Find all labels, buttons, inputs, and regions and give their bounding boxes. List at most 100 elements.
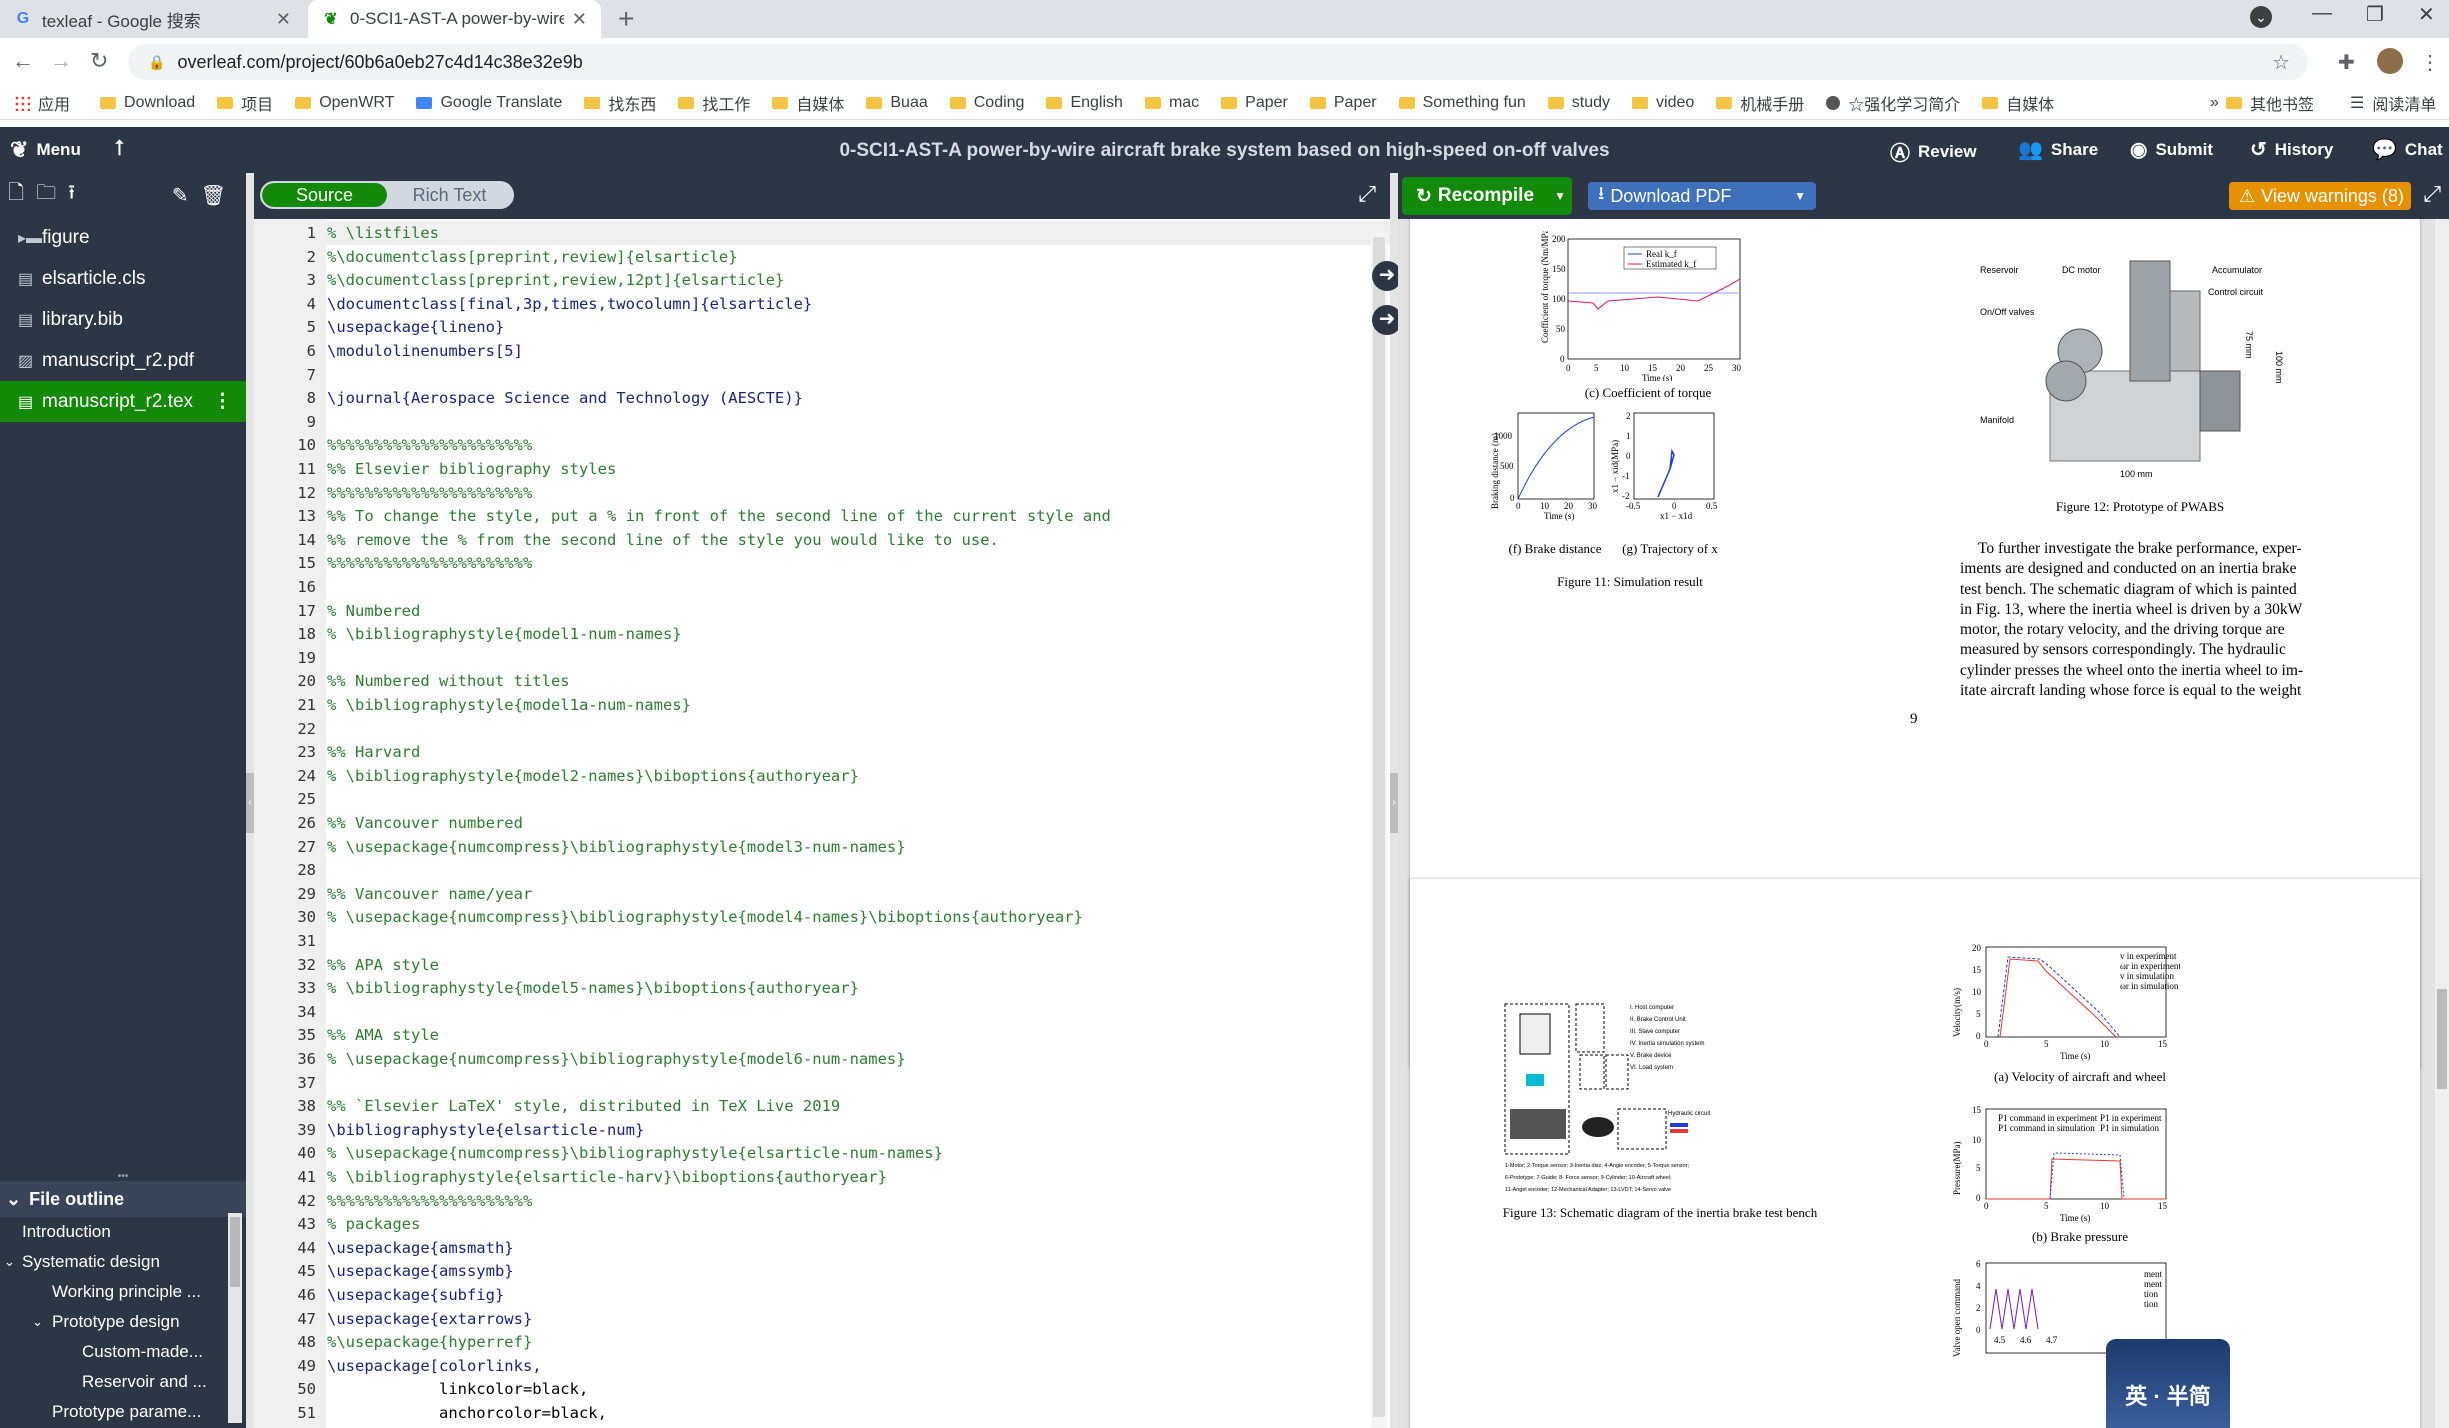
code-line[interactable]: 29 %% Vancouver name/year: [254, 882, 1390, 906]
pdf-scrollbar[interactable]: [2435, 219, 2449, 1428]
bookmarks-overflow[interactable]: »: [2210, 94, 2219, 112]
collapse-sidebar-icon[interactable]: ‹: [246, 773, 254, 833]
code-line[interactable]: 38 %% `Elsevier LaTeX' style, distributed…: [254, 1094, 1390, 1118]
outline-resize-handle[interactable]: •••: [0, 1172, 246, 1182]
code-line[interactable]: 18 % \bibliographystyle{model1-num-names}: [254, 622, 1390, 646]
submit-button[interactable]: ◉ Submit: [2130, 137, 2213, 162]
code-line[interactable]: 8 \journal{Aerospace Science and Technolo…: [254, 386, 1390, 410]
bookmark-item[interactable]: 自媒体: [772, 91, 844, 115]
tab-search-icon[interactable]: ⌄: [2250, 6, 2272, 28]
code-line[interactable]: 48 %\usepackage{hyperref}: [254, 1330, 1390, 1354]
new-tab-icon[interactable]: +: [618, 3, 634, 35]
bookmark-item[interactable]: English: [1046, 94, 1123, 112]
code-line[interactable]: 10%%%%%%%%%%%%%%%%%%%%%%: [254, 433, 1390, 457]
code-line[interactable]: 40 % \usepackage{numcompress}\bibliograph…: [254, 1141, 1390, 1165]
collapse-pdf-icon[interactable]: ›: [1390, 773, 1398, 833]
code-line[interactable]: 35 %% AMA style: [254, 1023, 1390, 1047]
code-line[interactable]: 49 \usepackage[colorlinks,: [254, 1354, 1390, 1378]
bookmark-item[interactable]: Google Translate: [416, 94, 562, 112]
code-line[interactable]: 46 \usepackage{subfig}: [254, 1283, 1390, 1307]
code-line[interactable]: 33 % \bibliographystyle{model5-names}\bib…: [254, 976, 1390, 1000]
bookmark-item[interactable]: Buaa: [866, 94, 928, 112]
bookmark-item[interactable]: Download: [100, 94, 195, 112]
bookmark-item[interactable]: OpenWRT: [295, 94, 394, 112]
code-line[interactable]: 45 \usepackage{amssymb}: [254, 1259, 1390, 1283]
caret-down-icon[interactable]: ▼: [1794, 189, 1806, 203]
bookmark-apps[interactable]: 应用: [14, 91, 70, 115]
code-line[interactable]: 11 %% Elsevier bibliography styles: [254, 457, 1390, 481]
bookmark-item[interactable]: 找东西: [584, 91, 656, 115]
code-line[interactable]: 43 % packages: [254, 1212, 1390, 1236]
up-arrow-icon[interactable]: ⭡: [114, 135, 124, 161]
code-line[interactable]: 44 \usepackage{amsmath}: [254, 1236, 1390, 1260]
code-line[interactable]: 1 % \listfiles: [254, 221, 1390, 245]
scrollbar-thumb[interactable]: [230, 1217, 240, 1287]
restore-icon[interactable]: ❐: [2366, 2, 2384, 27]
forward-icon[interactable]: →: [50, 48, 72, 74]
recompile-button[interactable]: ↻ Recompile ▼: [1402, 177, 1572, 215]
share-button[interactable]: 👥 Share: [2018, 137, 2098, 162]
code-line[interactable]: 25: [254, 787, 1390, 811]
upload-icon[interactable]: ⭱: [68, 178, 75, 212]
back-icon[interactable]: ←: [12, 48, 34, 74]
bookmark-item[interactable]: ☆强化学习简介: [1826, 91, 1960, 115]
bookmark-item[interactable]: Coding: [949, 94, 1024, 112]
editor-scrollbar[interactable]: [1371, 233, 1387, 1428]
tab-overleaf-project[interactable]: ❦ 0-SCI1-AST-A power-by-wire ✕: [308, 0, 601, 38]
outline-item[interactable]: ⌄ Prototype design: [0, 1307, 224, 1337]
file-tree-item[interactable]: ▤ library.bib: [0, 299, 246, 340]
file-tree-item[interactable]: ▤ elsarticle.cls: [0, 258, 246, 299]
code-line[interactable]: 24 % \bibliographystyle{model2-names}\bib…: [254, 764, 1390, 788]
outline-item[interactable]: ⌄ Systematic design: [0, 1247, 224, 1277]
bookmark-item[interactable]: 机械手册: [1716, 91, 1804, 115]
code-line[interactable]: 9: [254, 410, 1390, 434]
chat-button[interactable]: 💬 Chat: [2372, 137, 2443, 162]
code-line[interactable]: 7: [254, 363, 1390, 387]
scrollbar-thumb[interactable]: [1373, 237, 1385, 1417]
bookmark-item[interactable]: 找工作: [678, 91, 750, 115]
delete-icon[interactable]: 🗑: [201, 183, 226, 208]
file-options-icon[interactable]: ⋮: [213, 390, 232, 413]
bookmark-item[interactable]: Paper: [1309, 94, 1377, 112]
other-bookmarks[interactable]: 其他书签: [2226, 91, 2314, 115]
code-line[interactable]: 19: [254, 646, 1390, 670]
bookmark-star-icon[interactable]: ☆: [2272, 50, 2290, 75]
code-line[interactable]: 39 \bibliographystyle{elsarticle-num}: [254, 1118, 1390, 1142]
code-line[interactable]: 12%%%%%%%%%%%%%%%%%%%%%%: [254, 481, 1390, 505]
chevron-down-icon[interactable]: ⌄: [4, 1254, 22, 1270]
file-outline-header[interactable]: ⌄ File outline: [0, 1181, 246, 1217]
code-line[interactable]: 36 % \usepackage{numcompress}\bibliograph…: [254, 1047, 1390, 1071]
close-tab-icon[interactable]: ✕: [572, 9, 587, 30]
menu-button[interactable]: ❦ Menu: [10, 137, 81, 163]
bookmark-item[interactable]: mac: [1144, 94, 1199, 112]
outline-item[interactable]: Custom-made...: [0, 1337, 224, 1367]
code-line[interactable]: 4 \documentclass[final,3p,times,twocolumn…: [254, 292, 1390, 316]
code-line[interactable]: 17 % Numbered: [254, 599, 1390, 623]
code-line[interactable]: 50 linkcolor=black,: [254, 1377, 1390, 1401]
code-line[interactable]: 6 \modulolinenumbers[5]: [254, 339, 1390, 363]
pdf-viewer[interactable]: Coefficient of torque (Nm/MPa) 200 150 1…: [1398, 219, 2449, 1428]
code-line[interactable]: 14 %% remove the % from the second line o…: [254, 528, 1390, 552]
tab-google-search[interactable]: G texleaf - Google 搜索 ✕: [0, 0, 305, 38]
code-line[interactable]: 32 %% APA style: [254, 953, 1390, 977]
download-pdf-button[interactable]: ⭳ Download PDF ▼: [1588, 182, 1816, 210]
history-button[interactable]: ↺ History: [2250, 137, 2333, 162]
code-line[interactable]: 51 anchorcolor=black,: [254, 1401, 1390, 1425]
scrollbar-thumb[interactable]: [2437, 989, 2447, 1089]
editor-mode-toggle[interactable]: Source Rich Text: [260, 181, 514, 209]
code-line[interactable]: 22: [254, 717, 1390, 741]
chevron-down-icon[interactable]: ⌄: [32, 1314, 52, 1330]
code-line[interactable]: 16: [254, 575, 1390, 599]
editor-pdf-divider[interactable]: ›: [1390, 173, 1398, 1428]
new-folder-icon[interactable]: 🗀: [36, 178, 56, 212]
code-line[interactable]: 20 %% Numbered without titles: [254, 669, 1390, 693]
sidebar-divider[interactable]: ‹: [246, 173, 254, 1428]
close-window-icon[interactable]: ✕: [2418, 2, 2435, 27]
code-line[interactable]: 5 \usepackage{lineno}: [254, 315, 1390, 339]
view-warnings-button[interactable]: ⚠ View warnings (8): [2229, 182, 2411, 210]
code-line[interactable]: 42%%%%%%%%%%%%%%%%%%%%%%: [254, 1189, 1390, 1213]
outline-item[interactable]: Introduction: [0, 1217, 224, 1247]
code-line[interactable]: 26 %% Vancouver numbered: [254, 811, 1390, 835]
code-line[interactable]: 30 % \usepackage{numcompress}\bibliograph…: [254, 905, 1390, 929]
code-line[interactable]: 21 % \bibliographystyle{model1a-num-names…: [254, 693, 1390, 717]
